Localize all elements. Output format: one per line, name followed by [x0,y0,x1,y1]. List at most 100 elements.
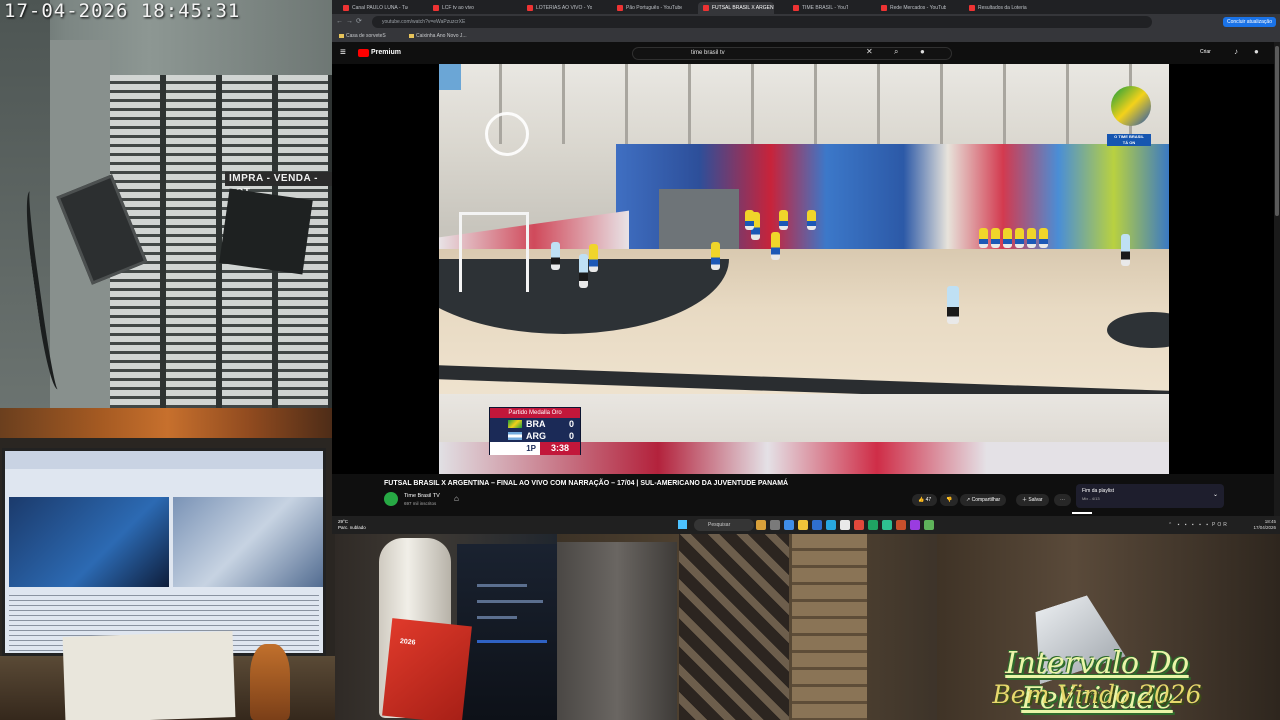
browser-tab-active[interactable]: FUTSAL BRASIL X ARGENTINA [698,2,774,14]
monitor-video-left [9,497,169,587]
bookmark[interactable]: Caixinha Ano Novo J... [408,31,467,41]
app-icon[interactable] [896,520,906,530]
store-icon[interactable] [812,520,822,530]
browser-tab[interactable]: Canal PAULO LUNA - Tudo ao vivo [338,2,408,14]
app-icon[interactable] [910,520,920,530]
browser-tab[interactable]: Rede Mercados - YouTube [876,2,946,14]
share-label: Compartilhar [971,497,1001,503]
curtain [557,542,677,720]
browser-tab[interactable]: TIME BRASIL - YouTube [788,2,848,14]
create-button[interactable]: Criar [1200,49,1211,55]
app-icon[interactable] [882,520,892,530]
bell-icon[interactable]: ⌂ [454,494,459,503]
browser-tab[interactable]: LCF tv ao vivo [428,2,488,14]
secondary-monitor [2,448,326,656]
channel-avatar[interactable] [384,492,398,506]
player-brazil [771,232,780,260]
scorebug-row-2: ARG 0 [490,430,580,442]
overlay-subtitle: Bem Vindo 2026 [992,680,1202,709]
scorebug-time: 1P 3:38 [490,442,580,455]
search-icon[interactable]: ⌕ [894,47,898,57]
scrollbar-thumb[interactable] [1275,46,1279,216]
like-count: 47 [925,497,932,503]
bench-player [991,228,1000,248]
bookmarks-bar: Casa de sorveteS Caixinha Ano Novo J... [332,30,1280,42]
shelf-decor [0,408,335,438]
nav-buttons-icon[interactable]: ←→⟳ [336,17,365,25]
share-button[interactable]: ↗ Compartilhar [960,494,1007,506]
scorebug: Partido Medalla Oro BRA 0 ARG 0 1P 3:38 [489,407,581,455]
search-input[interactable]: time brasil tv [632,47,952,60]
taskbar-search[interactable]: Pesquisar [694,519,754,531]
bench-player [745,210,754,230]
system-tray-icons[interactable]: ⌃ ▪ ▪ ▪ ▪ ▪ [1168,522,1210,528]
video-title: FUTSAL BRASIL X ARGENTINA – FINAL AO VIV… [384,480,789,487]
stream-composite: IMPRA - VENDA - LOT 17-04-2026 18:45:31 … [0,0,1280,720]
clock[interactable]: 18:45 17/04/2026 [1253,519,1276,531]
bench-player [1015,228,1024,248]
olympic-logo-icon [485,112,529,156]
browser-tab[interactable]: Resultados da Loteria [964,2,1040,14]
browser-tab[interactable]: Pão Português - YouTube [612,2,682,14]
youtube-logo[interactable]: Premium [358,48,401,58]
red-box: 2026 [382,618,472,720]
team-1: BRA [526,419,546,429]
dislike-button[interactable]: 👎 [940,494,959,506]
app-icon[interactable] [924,520,934,530]
save-button[interactable]: ＋ Salvar [1016,494,1049,506]
url-field[interactable]: youtube.com/watch?v=eWaPzuzcrXE [372,16,1152,28]
camera-window-view: IMPRA - VENDA - LOT 17-04-2026 18:45:31 [0,0,332,408]
close-icon[interactable]: ✕ [866,47,873,56]
bench-player [807,210,816,230]
page-scrollbar[interactable] [1274,42,1280,516]
more-button[interactable]: ⋯ [1054,494,1071,506]
camera-room-view: Intervalo Do Felicidade Bem Vindo 2026 [557,534,1280,720]
monitor-line [477,616,517,619]
channel-name[interactable]: Time Brasil TV [404,493,440,499]
weather-desc: Parc. nublado [338,525,366,530]
player-argentina [579,254,588,288]
edge-icon[interactable] [784,520,794,530]
chevron-down-icon[interactable]: ⌄ [1213,491,1218,498]
folder-icon[interactable] [798,520,808,530]
monitor-line [477,600,543,603]
scorebug-row-1: BRA 0 [490,418,580,430]
tv-badge-sub: TÁ ON [1122,140,1136,145]
video-player[interactable]: O TIME BRASIL TÁ ON Partido Medalla Oro … [332,64,1280,474]
time-brasil-tv-logo-icon [1111,86,1151,126]
video-corner-mark [439,64,461,90]
browser-tab[interactable]: LOTERIAS AO VIVO - YouTube [522,2,592,14]
app-icon[interactable] [840,520,850,530]
monitor-line [477,640,547,643]
youtube-header: ≡ Premium time brasil tv ✕ ⌕ ● Criar ♪ ● [332,42,1280,64]
bookmark[interactable]: Casa de sorveteS [338,31,386,41]
score-2: 0 [568,431,574,441]
monitor-video-right [173,497,323,587]
task-view-icon[interactable] [770,520,780,530]
menu-icon[interactable]: ≡ [340,47,346,58]
language-indicator[interactable]: POR [1212,522,1229,528]
playlist-panel[interactable]: Fim da playlist Mix - 4/13 ⌄ [1076,484,1224,508]
dark-monitor [457,544,557,720]
app-icon[interactable] [826,520,836,530]
player-brazil [589,244,598,272]
mic-icon[interactable]: ● [920,47,925,56]
camera-shelf-view: 2026 [335,534,557,720]
avatar[interactable]: ● [1254,47,1259,56]
chrome-icon[interactable] [854,520,864,530]
update-button[interactable]: Concluir atualização [1222,17,1276,27]
like-button[interactable]: 👍 47 [912,494,938,506]
video-frame[interactable]: O TIME BRASIL TÁ ON Partido Medalla Oro … [439,64,1169,474]
windows-icon[interactable] [678,520,687,529]
bell-icon[interactable]: ♪ [1234,47,1238,56]
player-argentina [947,286,959,324]
save-label: Salvar [1028,497,1043,503]
paper-sheet [62,631,236,720]
taskbar-app-icon[interactable] [756,520,766,530]
screen-capture: Canal PAULO LUNA - Tudo ao vivo LCF tv a… [332,0,1280,534]
player-argentina [551,242,560,270]
bench-player [1039,228,1048,248]
windows-taskbar: 29°C Parc. nublado Pesquisar ⌃ ▪ ▪ ▪ ▪ ▪… [332,516,1280,534]
weather-widget[interactable]: 29°C Parc. nublado [338,519,366,531]
app-icon[interactable] [868,520,878,530]
